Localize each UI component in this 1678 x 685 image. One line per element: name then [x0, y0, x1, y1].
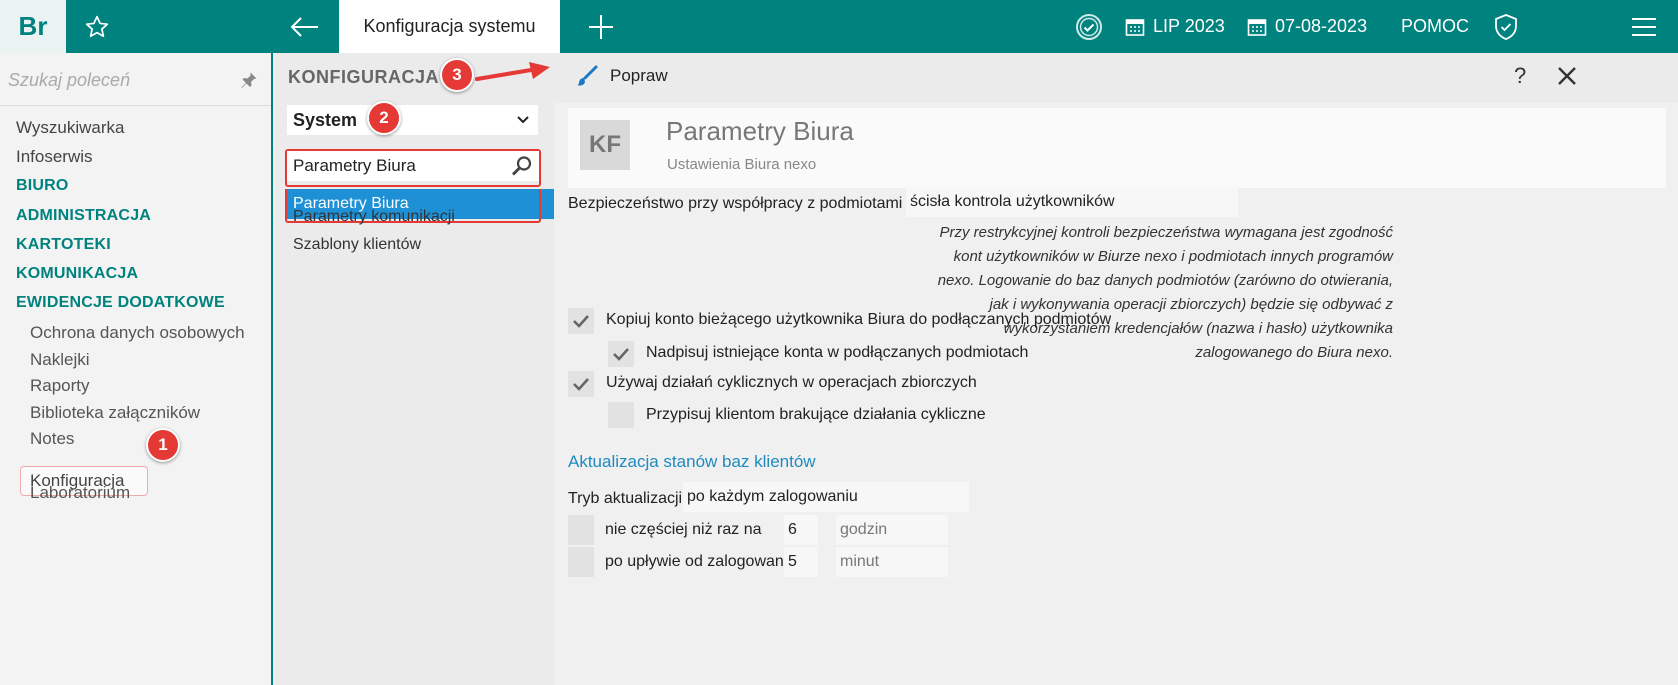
brush-icon — [577, 65, 598, 86]
after-login-label: po upływie od zalogowania — [605, 553, 797, 570]
category-select-value: System — [293, 109, 358, 130]
page-title: Parametry Biura — [666, 116, 854, 146]
back-arrow-icon[interactable] — [288, 11, 322, 43]
sidebar-item-infoserwis[interactable]: Infoserwis — [16, 147, 93, 167]
help-link[interactable]: POMOC — [1401, 0, 1469, 53]
update-section-title: Aktualizacja stanów baz klientów — [568, 452, 816, 471]
checkmark-icon — [573, 315, 589, 328]
config-search-input[interactable]: Parametry Biura — [287, 151, 539, 181]
checkbox-assign-missing-cyclic[interactable] — [608, 402, 634, 428]
config-item-parametry-komunikacji[interactable]: Parametry komunikacji — [293, 208, 455, 226]
check-circle-icon[interactable] — [1075, 0, 1111, 53]
annotation-badge-1: 1 — [146, 428, 180, 462]
close-icon[interactable] — [1556, 65, 1578, 92]
app-logo[interactable]: Br — [0, 0, 66, 53]
sidebar-item-biblioteka[interactable]: Biblioteka załączników — [30, 403, 200, 423]
period-indicator[interactable]: LIP 2023 — [1125, 0, 1225, 53]
sidebar-section-biuro[interactable]: BIURO — [16, 177, 69, 195]
panel-title: KONFIGURACJA — [288, 67, 440, 87]
checkmark-icon — [573, 378, 589, 391]
sidebar-item-naklejki[interactable]: Naklejki — [30, 350, 90, 370]
content-area: Popraw ? KF Parametry Biura Ustawienia B… — [554, 53, 1678, 685]
plus-icon[interactable] — [583, 9, 619, 45]
security-label: Bezpieczeństwo przy współpracy z podmiot… — [568, 195, 946, 212]
calendar-icon — [1247, 18, 1267, 36]
module-badge: KF — [580, 120, 630, 170]
checkbox-assign-missing-cyclic-label: Przypisuj klientom brakujące działania c… — [646, 406, 986, 423]
checkmark-icon — [613, 348, 629, 361]
sidebar-item-raporty[interactable]: Raporty — [30, 376, 90, 396]
tab-konfiguracja-systemu[interactable]: Konfiguracja systemu — [339, 0, 560, 53]
sidebar-section-administracja[interactable]: ADMINISTRACJA — [16, 207, 151, 225]
annotation-badge-3: 3 — [440, 58, 474, 92]
checkbox-cyclic-actions[interactable] — [568, 371, 594, 397]
sidebar-item-wyszukiwarka[interactable]: Wyszukiwarka — [16, 118, 124, 138]
sidebar-item-laboratorium[interactable]: Laboratorium — [30, 483, 130, 503]
page-subtitle: Ustawienia Biura nexo — [667, 156, 817, 173]
top-bar: Br Konfiguracja systemu LIP 2023 07-08-2… — [0, 0, 1678, 53]
edit-button[interactable]: Popraw — [576, 65, 668, 87]
min-interval-unit[interactable]: godzin — [836, 515, 948, 545]
after-login-input[interactable]: 5 — [784, 547, 818, 577]
checkbox-after-login[interactable] — [568, 547, 594, 577]
min-interval-input[interactable]: 6 — [784, 515, 818, 545]
chevron-down-icon — [517, 116, 529, 124]
pin-icon[interactable] — [240, 71, 258, 89]
shield-icon[interactable] — [1493, 0, 1527, 53]
help-button[interactable]: ? — [1514, 63, 1526, 89]
security-select[interactable]: ścisła kontrola użytkowników — [906, 187, 1238, 217]
config-item-szablony-klientow[interactable]: Szablony klientów — [293, 236, 421, 254]
sidebar-section-kartoteki[interactable]: KARTOTEKI — [16, 236, 111, 254]
sidebar-section-ewidencje-dodatkowe[interactable]: EWIDENCJE DODATKOWE — [16, 294, 225, 312]
sidebar-section-komunikacja[interactable]: KOMUNIKACJA — [16, 265, 138, 283]
period-label: LIP 2023 — [1153, 16, 1225, 36]
annotation-arrow — [475, 62, 550, 81]
sidebar-item-ochrona-danych[interactable]: Ochrona danych osobowych — [30, 323, 245, 343]
divider — [0, 105, 271, 106]
date-label: 07-08-2023 — [1275, 16, 1368, 36]
checkbox-min-interval[interactable] — [568, 515, 594, 545]
hamburger-icon[interactable] — [1630, 0, 1666, 53]
category-select[interactable]: System — [287, 105, 538, 135]
page-header: KF Parametry Biura Ustawienia Biura nexo — [568, 108, 1666, 188]
toolbar: Popraw ? — [554, 53, 1678, 103]
checkbox-overwrite-accounts-label: Nadpisuj istniejące konta w podłączanych… — [646, 344, 1029, 361]
sidebar-item-notes[interactable]: Notes — [30, 429, 74, 449]
annotation-badge-2: 2 — [367, 101, 401, 135]
checkbox-copy-account-label: Kopiuj konto bieżącego użytkownika Biura… — [606, 311, 1112, 328]
update-mode-label: Tryb aktualizacji: — [568, 490, 687, 507]
star-icon[interactable] — [80, 10, 114, 44]
config-search-value: Parametry Biura — [293, 156, 416, 175]
command-search[interactable]: Szukaj poleceń — [8, 67, 258, 93]
after-login-unit[interactable]: minut — [836, 547, 948, 577]
checkbox-overwrite-accounts[interactable] — [608, 341, 634, 367]
date-indicator[interactable]: 07-08-2023 — [1247, 0, 1367, 53]
sidebar: Szukaj poleceń Wyszukiwarka Infoserwis B… — [0, 53, 273, 685]
command-search-input[interactable]: Szukaj poleceń — [8, 70, 130, 91]
search-icon[interactable] — [511, 155, 533, 177]
edit-button-label: Popraw — [610, 66, 668, 85]
checkbox-copy-account[interactable] — [568, 308, 594, 334]
configuration-panel: KONFIGURACJA System Parametry Biura Para… — [275, 53, 555, 685]
min-interval-label: nie częściej niż raz na — [605, 521, 762, 538]
calendar-icon — [1125, 18, 1145, 36]
update-mode-select[interactable]: po każdym zalogowaniu — [683, 482, 969, 512]
checkbox-cyclic-actions-label: Używaj działań cyklicznych w operacjach … — [606, 374, 977, 391]
